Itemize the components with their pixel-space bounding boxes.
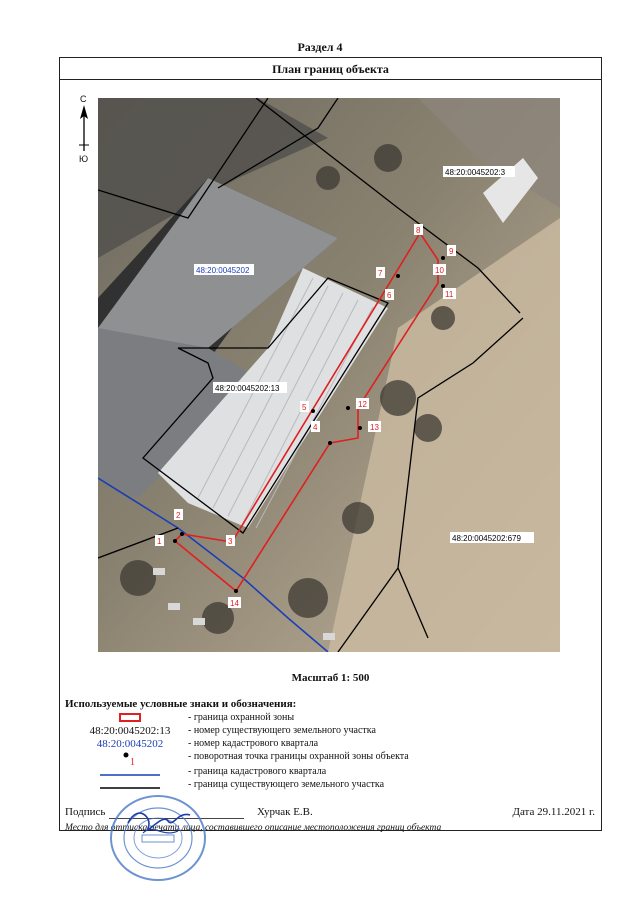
parcel-label-13: 48:20:0045202:13 <box>213 382 287 393</box>
seal-stamp-icon <box>110 795 206 881</box>
legend-symbol-parcel-number: 48:20:0045202:13 <box>89 725 171 737</box>
legend-title: Используемые условные знаки и обозначени… <box>65 698 297 710</box>
svg-text:4: 4 <box>313 423 318 432</box>
compass-south-label: Ю <box>79 154 89 164</box>
legend-row-zone: - граница охранной зоны <box>60 712 601 724</box>
svg-text:9: 9 <box>449 247 454 256</box>
map-image: 1 2 3 4 5 6 7 8 9 10 11 12 13 14 48:20:0… <box>98 98 560 652</box>
svg-text:1: 1 <box>157 537 162 546</box>
point-label-4: 4 <box>311 421 320 432</box>
svg-text:6: 6 <box>387 291 392 300</box>
point-label-10: 10 <box>433 264 446 275</box>
legend-text-zone: - граница охранной зоны <box>188 712 295 723</box>
point-label-9: 9 <box>447 245 456 256</box>
svg-text:48:20:0045202:13: 48:20:0045202:13 <box>215 384 280 393</box>
svg-text:2: 2 <box>176 511 181 520</box>
signature-label: Подпись <box>65 806 106 818</box>
svg-text:10: 10 <box>435 266 444 275</box>
point-label-5: 5 <box>300 401 309 412</box>
point-label-7: 7 <box>376 267 385 278</box>
svg-text:8: 8 <box>416 226 421 235</box>
legend-text-quarter-boundary: - граница кадастрового квартала <box>188 766 327 777</box>
legend-row-parcel-number: 48:20:0045202:13 - номер существующего з… <box>60 725 601 737</box>
point-label-14: 14 <box>228 597 241 608</box>
svg-text:3: 3 <box>228 537 233 546</box>
black-line-icon <box>80 779 180 791</box>
legend-text-vertex: - поворотная точка границы охранной зоны… <box>188 751 409 762</box>
compass: С Ю <box>74 94 94 164</box>
point-label-3: 3 <box>226 535 235 546</box>
svg-text:7: 7 <box>378 269 383 278</box>
point-label-2: 2 <box>174 509 183 520</box>
north-arrow-icon <box>79 105 89 151</box>
map-scale: Масштаб 1: 500 <box>291 672 370 684</box>
legend-row-quarter-boundary: - граница кадастрового квартала <box>60 766 601 778</box>
svg-text:48:20:0045202:679: 48:20:0045202:679 <box>452 534 522 543</box>
point-label-1: 1 <box>155 535 164 546</box>
blue-line-icon <box>80 766 180 778</box>
point-label-6: 6 <box>385 289 394 300</box>
legend-text-quarter-number: - номер кадастрового квартала <box>188 738 319 749</box>
parcel-label-3: 48:20:0045202:3 <box>443 166 515 177</box>
svg-text:5: 5 <box>302 403 307 412</box>
svg-text:11: 11 <box>445 290 454 299</box>
map-canvas: 1 2 3 4 5 6 7 8 9 10 11 12 13 14 48:20:0… <box>98 98 560 652</box>
legend-symbol-quarter-number: 48:20:0045202 <box>96 738 164 750</box>
legend-text-parcel-number: - номер существующего земельного участка <box>188 725 376 736</box>
legend-row-quarter-number: 48:20:0045202 - номер кадастрового кварт… <box>60 738 601 750</box>
point-label-11: 11 <box>443 288 456 299</box>
svg-text:48:20:0045202: 48:20:0045202 <box>196 266 250 275</box>
svg-text:48:20:0045202:3: 48:20:0045202:3 <box>445 168 506 177</box>
legend-row-parcel-boundary: - граница существующего земельного участ… <box>60 779 601 791</box>
point-label-13: 13 <box>368 421 381 432</box>
compass-north-label: С <box>80 94 87 104</box>
parcel-label-679: 48:20:0045202:679 <box>450 532 534 543</box>
legend-text-parcel-boundary: - граница существующего земельного участ… <box>188 779 385 790</box>
point-label-12: 12 <box>356 398 369 409</box>
svg-text:14: 14 <box>230 599 239 608</box>
svg-text:13: 13 <box>370 423 379 432</box>
quarter-label: 48:20:0045202 <box>194 264 254 275</box>
plan-title: План границ объекта <box>60 58 601 80</box>
point-label-8: 8 <box>414 224 423 235</box>
zone-swatch-icon <box>80 712 180 724</box>
document-date: Дата 29.11.2021 г. <box>512 806 595 818</box>
plan-frame: План границ объекта С Ю 1 2 3 4 5 6 7 8 … <box>59 57 602 833</box>
section-title: Раздел 4 <box>297 40 343 54</box>
signer-name: Хурчак Е.В. <box>257 806 313 818</box>
svg-text:12: 12 <box>358 400 367 409</box>
